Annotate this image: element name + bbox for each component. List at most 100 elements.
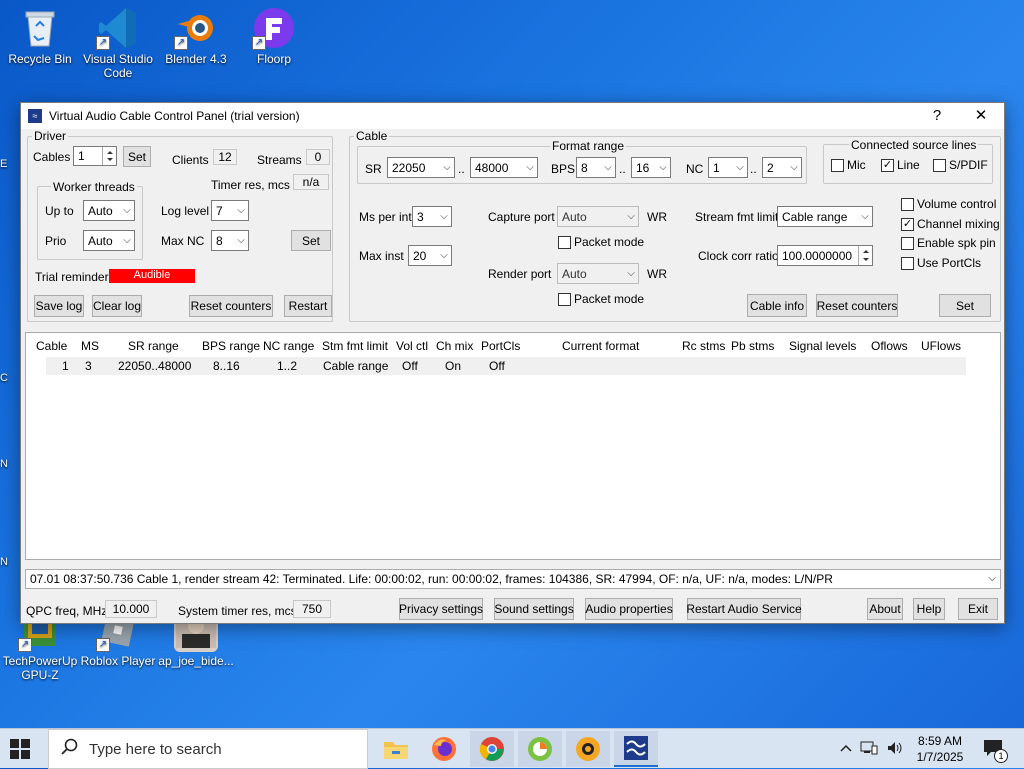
set-cable-button[interactable]: Set <box>939 294 991 317</box>
audio-properties-button[interactable]: Audio properties <box>585 598 673 620</box>
nc-max-dropdown[interactable]: 2 ⌵ <box>762 157 802 178</box>
chevron-up-icon[interactable] <box>840 742 852 756</box>
column-header[interactable]: SR range <box>128 339 179 353</box>
chevron-down-icon: ⌵ <box>861 211 869 222</box>
spinner-arrows-icon[interactable] <box>102 147 116 165</box>
vac-taskbar-icon[interactable] <box>614 731 658 767</box>
spinner-arrows-icon[interactable] <box>858 246 872 265</box>
render-port-dropdown[interactable]: Auto ⌵ <box>557 263 639 284</box>
notification-center-icon[interactable]: 1 <box>982 729 1012 769</box>
cable-info-button[interactable]: Cable info <box>747 294 807 317</box>
chrome-taskbar-icon[interactable] <box>470 731 514 767</box>
desktop-icon-label: TechPowerUp GPU-Z <box>2 654 78 682</box>
chevron-down-icon: ⌵ <box>526 162 534 173</box>
column-header[interactable]: Current format <box>562 339 639 353</box>
connected-source-lines-label: Connected source lines <box>849 138 979 152</box>
clock-time: 8:59 AM <box>917 734 963 748</box>
max-inst-dropdown[interactable]: 20 ⌵ <box>408 245 452 266</box>
volume-control-checkbox[interactable]: Volume control <box>901 197 996 211</box>
clock-corr-ratio-label: Clock corr ratio <box>698 249 779 263</box>
sr-label: SR <box>365 162 382 176</box>
mic-checkbox[interactable]: Mic <box>831 158 866 172</box>
help-title-button[interactable]: ? <box>917 103 957 129</box>
reset-counters-driver-button[interactable]: Reset counters <box>189 295 273 317</box>
column-header[interactable]: UFlows <box>921 339 961 353</box>
column-header[interactable]: NC range <box>263 339 314 353</box>
column-header[interactable]: BPS range <box>202 339 260 353</box>
event-log-dropdown[interactable]: 07.01 08:37:50.736 Cable 1, render strea… <box>25 569 1001 589</box>
network-icon[interactable] <box>860 740 878 759</box>
cables-table[interactable]: Cable MS SR range BPS range NC range Stm… <box>25 332 1001 560</box>
column-header[interactable]: MS <box>81 339 99 353</box>
nc-min-dropdown[interactable]: 1 ⌵ <box>708 157 748 178</box>
desktop-icon-vscode[interactable]: ↗ Visual Studio Code <box>78 6 158 80</box>
clients-label: Clients <box>172 153 209 167</box>
table-cell: 1..2 <box>277 359 298 373</box>
close-window-button[interactable]: ✕ <box>961 103 1001 129</box>
column-header[interactable]: Oflows <box>871 339 908 353</box>
channel-mixing-checkbox[interactable]: ✓ Channel mixing <box>901 217 1000 231</box>
column-header[interactable]: Cable <box>36 339 67 353</box>
exit-button[interactable]: Exit <box>958 598 998 620</box>
volume-icon[interactable] <box>886 740 904 759</box>
orange-app-taskbar-icon[interactable] <box>566 731 610 767</box>
event-log-text: 07.01 08:37:50.736 Cable 1, render strea… <box>30 572 833 586</box>
green-app-taskbar-icon[interactable] <box>518 731 562 767</box>
column-header[interactable]: Ch mix <box>436 339 473 353</box>
privacy-settings-button[interactable]: Privacy settings <box>399 598 483 620</box>
stream-fmt-limit-dropdown[interactable]: Cable range ⌵ <box>777 206 873 227</box>
use-portcls-checkbox[interactable]: Use PortCls <box>901 256 981 270</box>
log-level-dropdown[interactable]: 7 ⌵ <box>211 200 249 221</box>
column-header[interactable]: Signal levels <box>789 339 856 353</box>
clock-corr-ratio-value: 100.0000000 <box>782 248 853 263</box>
shortcut-arrow-icon: ↗ <box>96 36 110 50</box>
ms-per-int-dropdown[interactable]: 3 ⌵ <box>412 206 452 227</box>
desktop-icon-blender[interactable]: ↗ Blender 4.3 <box>156 6 236 66</box>
line-checkbox[interactable]: ✓ Line <box>881 158 920 172</box>
prio-dropdown[interactable]: Auto ⌵ <box>83 230 135 251</box>
firefox-taskbar-icon[interactable] <box>422 731 466 767</box>
up-to-dropdown[interactable]: Auto ⌵ <box>83 200 135 221</box>
capture-packet-mode-checkbox[interactable]: Packet mode <box>558 235 644 249</box>
spdif-checkbox[interactable]: S/PDIF <box>933 158 988 172</box>
desktop-icon-recycle-bin[interactable]: Recycle Bin <box>0 6 80 66</box>
enable-spk-pin-checkbox[interactable]: Enable spk pin <box>901 236 996 250</box>
set-driver-button[interactable]: Set <box>291 230 331 251</box>
windows-start-icon[interactable] <box>10 739 30 762</box>
checkmark-icon: ✓ <box>881 158 894 172</box>
sound-settings-button[interactable]: Sound settings <box>494 598 574 620</box>
restart-audio-service-button[interactable]: Restart Audio Service <box>686 598 802 620</box>
clock[interactable]: 8:59 AM 1/7/2025 <box>914 729 966 769</box>
bps-min-value: 8 <box>581 160 588 175</box>
desktop-icon-floorp[interactable]: ↗ Floorp <box>234 6 314 66</box>
column-header[interactable]: Pb stms <box>731 339 774 353</box>
capture-port-dropdown[interactable]: Auto ⌵ <box>557 206 639 227</box>
taskbar-search-box[interactable]: Type here to search <box>48 729 368 769</box>
sr-max-dropdown[interactable]: 48000 ⌵ <box>470 157 538 178</box>
cables-spinner[interactable]: 1 <box>73 146 117 166</box>
window-titlebar[interactable]: ≈ Virtual Audio Cable Control Panel (tri… <box>21 103 1004 129</box>
clear-log-button[interactable]: Clear log <box>92 295 142 317</box>
about-button[interactable]: About <box>867 598 903 620</box>
render-packet-mode-checkbox[interactable]: Packet mode <box>558 292 644 306</box>
column-header[interactable]: Vol ctl <box>396 339 428 353</box>
help-button[interactable]: Help <box>913 598 945 620</box>
column-header[interactable]: Rc stms <box>682 339 725 353</box>
clock-corr-ratio-spinner[interactable]: 100.0000000 <box>777 245 873 266</box>
bps-max-dropdown[interactable]: 16 ⌵ <box>631 157 671 178</box>
sr-min-dropdown[interactable]: 22050 ⌵ <box>387 157 455 178</box>
table-cell: On <box>445 359 462 373</box>
save-log-button[interactable]: Save log <box>34 295 84 317</box>
chevron-down-icon: ⌵ <box>790 162 798 173</box>
restart-button[interactable]: Restart <box>284 295 332 317</box>
vac-app-icon: ≈ <box>27 108 43 124</box>
max-nc-dropdown[interactable]: 8 ⌵ <box>211 230 249 251</box>
checkbox-box <box>901 256 914 270</box>
column-header[interactable]: PortCls <box>481 339 520 353</box>
set-cables-button[interactable]: Set <box>123 146 151 167</box>
bps-min-dropdown[interactable]: 8 ⌵ <box>576 157 616 178</box>
reset-counters-cable-button[interactable]: Reset counters <box>816 294 898 317</box>
column-header[interactable]: Stm fmt limit <box>322 339 388 353</box>
file-explorer-taskbar-icon[interactable] <box>374 731 418 767</box>
trial-reminder-status: Audible <box>109 269 195 283</box>
